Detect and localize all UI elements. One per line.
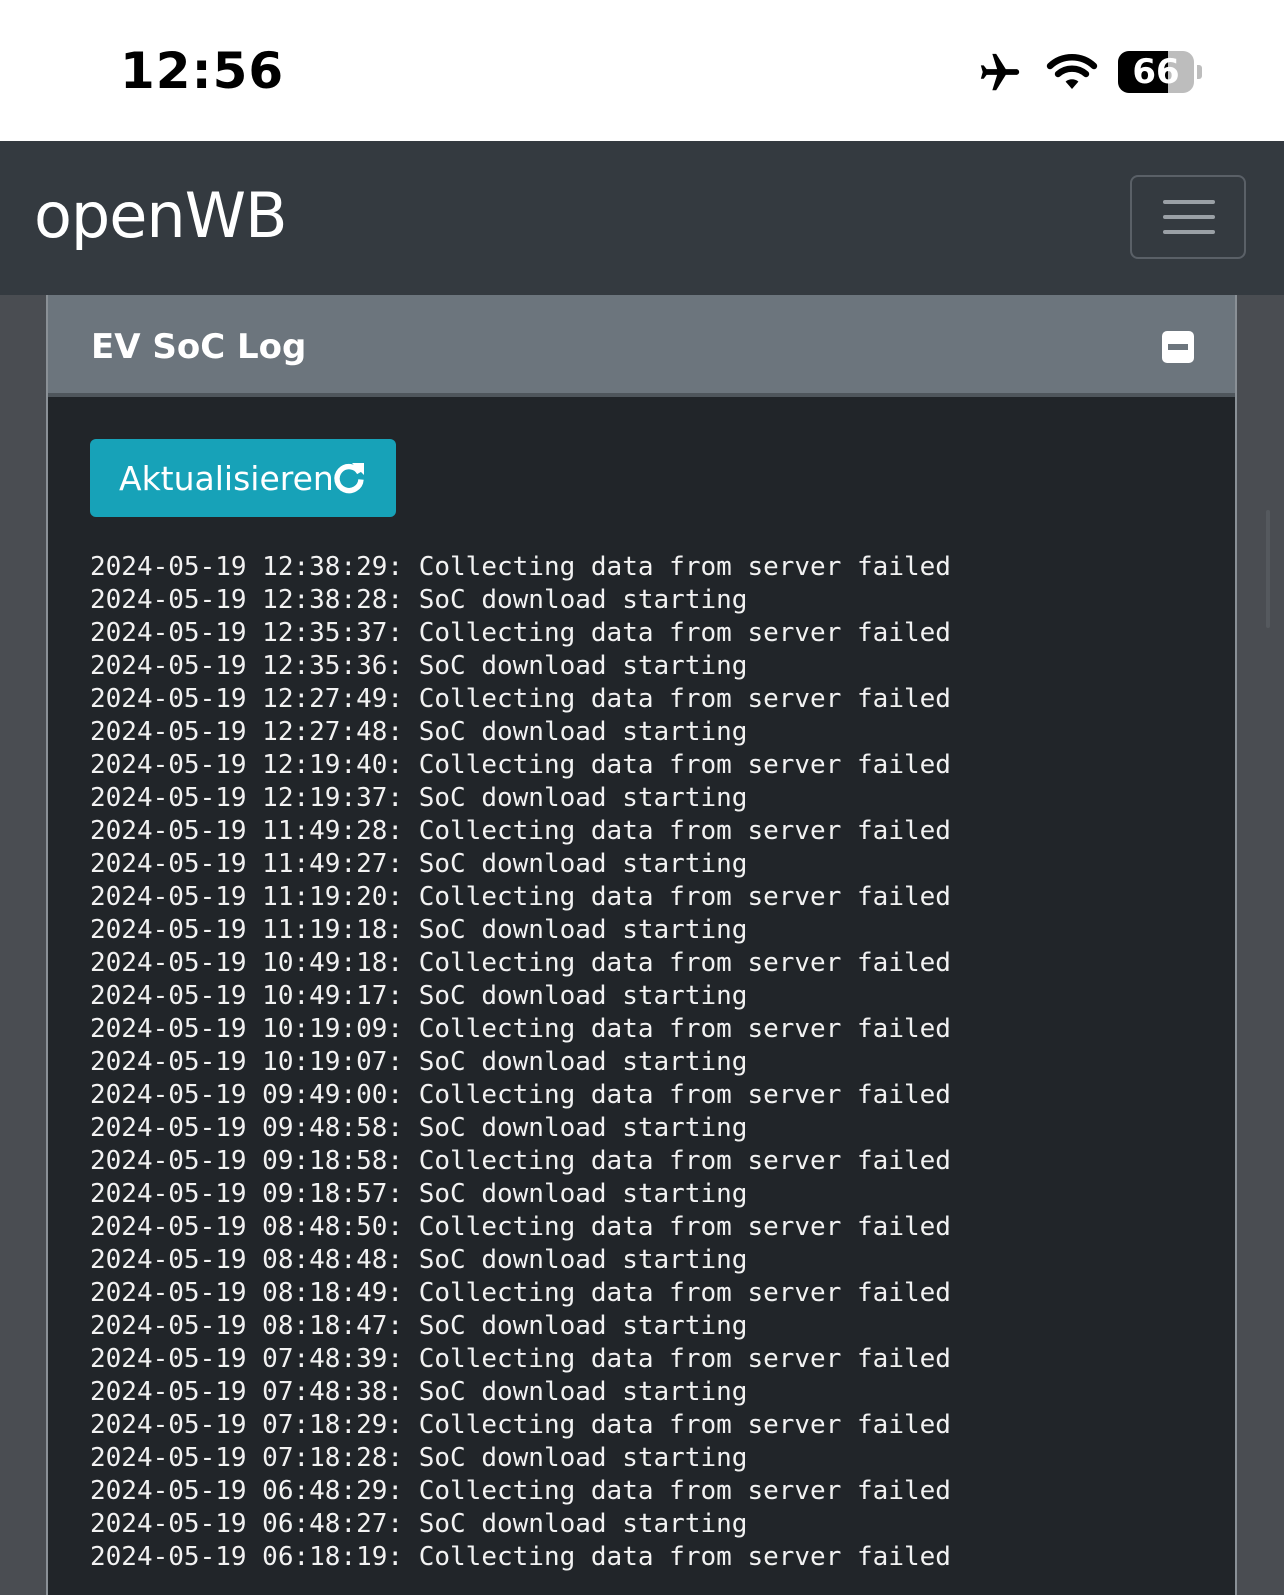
airplane-icon [980,53,1020,91]
status-time: 12:56 [120,42,285,100]
minus-square-icon[interactable] [1162,331,1194,363]
battery-icon: 66 [1118,51,1194,93]
brand-logo[interactable]: openWB [34,179,288,252]
log-line: 2024-05-19 11:19:20: Collecting data fro… [90,882,951,912]
hamburger-bar [1163,230,1215,234]
log-line: 2024-05-19 07:48:38: SoC download starti… [90,1377,748,1407]
log-line: 2024-05-19 12:38:28: SoC download starti… [90,585,748,615]
log-line: 2024-05-19 10:49:18: Collecting data fro… [90,948,951,978]
log-line: 2024-05-19 08:48:50: Collecting data fro… [90,1212,951,1242]
log-line: 2024-05-19 09:18:57: SoC download starti… [90,1179,748,1209]
log-line: 2024-05-19 11:19:18: SoC download starti… [90,915,748,945]
refresh-button[interactable]: Aktualisieren [90,439,396,517]
log-line: 2024-05-19 11:49:28: Collecting data fro… [90,816,951,846]
log-line: 2024-05-19 12:35:37: Collecting data fro… [90,618,951,648]
wifi-icon [1046,54,1098,89]
log-line: 2024-05-19 09:48:58: SoC download starti… [90,1113,748,1143]
hamburger-bar [1163,215,1215,219]
log-line: 2024-05-19 12:35:36: SoC download starti… [90,651,748,681]
log-line: 2024-05-19 07:18:29: Collecting data fro… [90,1410,951,1440]
log-line: 2024-05-19 09:18:58: Collecting data fro… [90,1146,951,1176]
log-line: 2024-05-19 12:38:29: Collecting data fro… [90,552,951,582]
log-list: 2024-05-19 12:38:29: Collecting data fro… [90,551,951,1574]
scrollbar[interactable] [1266,510,1270,628]
log-line: 2024-05-19 06:48:29: Collecting data fro… [90,1476,951,1506]
hamburger-menu-icon[interactable] [1130,175,1246,259]
battery-percent: 66 [1132,52,1180,92]
refresh-button-label: Aktualisieren [119,459,334,498]
ev-soc-log-card: EV SoC Log Aktualisieren 2024-05-19 12:3… [46,295,1237,1595]
card-header[interactable]: EV SoC Log [48,295,1235,397]
card-title: EV SoC Log [91,327,307,367]
log-line: 2024-05-19 12:19:37: SoC download starti… [90,783,748,813]
log-line: 2024-05-19 12:19:40: Collecting data fro… [90,750,951,780]
refresh-icon [334,463,364,494]
log-line: 2024-05-19 07:48:39: Collecting data fro… [90,1344,951,1374]
log-line: 2024-05-19 07:18:28: SoC download starti… [90,1443,748,1473]
log-line: 2024-05-19 09:49:00: Collecting data fro… [90,1080,951,1110]
status-bar: 12:56 66 [0,0,1284,141]
log-line: 2024-05-19 06:18:19: Collecting data fro… [90,1542,951,1572]
log-line: 2024-05-19 10:19:07: SoC download starti… [90,1047,748,1077]
log-line: 2024-05-19 10:49:17: SoC download starti… [90,981,748,1011]
hamburger-bar [1163,200,1215,204]
battery-tip [1197,65,1202,79]
log-line: 2024-05-19 08:18:49: Collecting data fro… [90,1278,951,1308]
log-line: 2024-05-19 12:27:48: SoC download starti… [90,717,748,747]
log-line: 2024-05-19 10:19:09: Collecting data fro… [90,1014,951,1044]
log-line: 2024-05-19 12:27:49: Collecting data fro… [90,684,951,714]
log-line: 2024-05-19 08:18:47: SoC download starti… [90,1311,748,1341]
log-line: 2024-05-19 06:48:27: SoC download starti… [90,1509,748,1539]
log-line: 2024-05-19 11:49:27: SoC download starti… [90,849,748,879]
log-line: 2024-05-19 08:48:48: SoC download starti… [90,1245,748,1275]
navbar: openWB [0,141,1284,295]
